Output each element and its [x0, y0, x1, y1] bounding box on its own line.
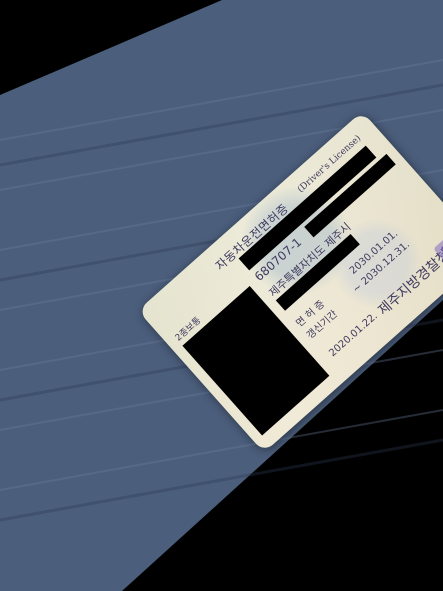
photo-scene: 자동차운전면허증 (Driver's License) 2종보통 680707-… — [0, 0, 443, 591]
